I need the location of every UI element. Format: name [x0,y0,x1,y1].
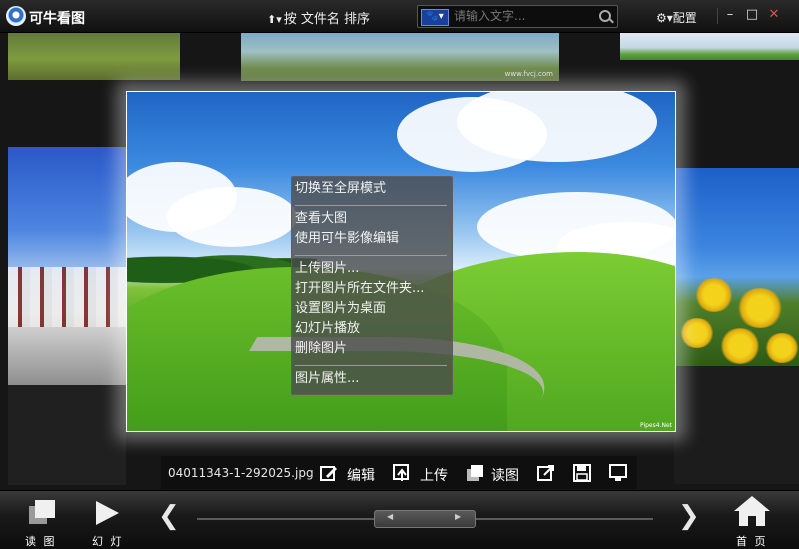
slideshow-button[interactable]: 幻 灯 [88,497,128,548]
search-input[interactable] [454,8,592,24]
home-label: 首 页 [736,535,768,548]
slideshow-label: 幻 灯 [92,535,124,548]
title-bar: 可牛看图 ⬆▾按 文件名 排序 🐾▾ ⚙▾配置 – □ ✕ [0,0,799,33]
read-mode-icon [29,500,55,524]
open-external-icon [537,465,554,481]
scroll-right-icon: ▶ [455,512,462,521]
read-mode-button[interactable]: 读 图 [22,497,62,548]
upload-icon [393,464,409,481]
menu-item-properties[interactable]: 图片属性... [295,370,359,388]
context-menu: 切换至全屏模式 查看大图 使用可牛影像编辑 上传图片... 打开图片所在文件夹.… [291,176,453,395]
menu-item-delete[interactable]: 删除图片 [295,340,347,358]
minimize-button[interactable]: – [722,7,738,23]
sort-arrow-icon: ⬆▾ [267,13,282,26]
save-button[interactable] [573,461,595,485]
thumbnail-photo-meadow[interactable] [620,32,799,60]
monitor-icon [609,464,627,481]
edit-pencil-icon [320,466,337,481]
app-title: 可牛看图 [29,11,85,27]
menu-item-view-large[interactable]: 查看大图 [295,210,347,228]
home-icon [734,496,770,526]
read-image-label: 读图 [491,468,519,484]
home-button[interactable]: 首 页 [731,495,775,548]
menu-item-set-wallpaper[interactable]: 设置图片为桌面 [295,300,386,318]
scroll-left-icon: ◀ [387,512,394,521]
menu-item-upload[interactable]: 上传图片... [295,260,359,278]
thumbnail-photo-flowers[interactable] [674,168,799,366]
thumbnail-photo-palace[interactable] [8,147,126,385]
maximize-button[interactable]: □ [744,7,760,23]
thumbnail-scrollbar-thumb[interactable]: ◀ ▶ [374,510,476,528]
read-image-icon [467,465,483,481]
read-mode-label: 读 图 [25,535,57,548]
close-button[interactable]: ✕ [766,7,782,23]
edit-button[interactable]: 编辑 [320,461,380,485]
upload-button[interactable]: 上传 [393,461,455,485]
search-icon[interactable] [599,10,611,22]
divider [717,8,718,24]
photo-watermark: Pipes4.Net [639,422,672,429]
menu-separator [295,255,447,256]
bottom-bar: 读 图 幻 灯 ❮ ◀ ▶ ❯ 首 页 [0,490,799,549]
menu-item-open-folder[interactable]: 打开图片所在文件夹... [295,280,424,298]
file-name: 04011343-1-292025.jpg [168,466,314,480]
sort-label: 按 文件名 排序 [283,12,371,27]
photo-action-bar: 04011343-1-292025.jpg 编辑 上传 读图 [161,456,637,489]
menu-separator [295,365,447,366]
menu-item-fullscreen[interactable]: 切换至全屏模式 [295,180,386,198]
search-engine-selector[interactable]: 🐾▾ [421,9,449,26]
app-window: www.fvcj.com Pipes4.Net 切换至全屏模式 查看大图 使用可… [0,0,799,549]
next-arrow-icon[interactable]: ❯ [678,501,700,531]
previous-arrow-icon[interactable]: ❮ [158,501,180,531]
edit-label: 编辑 [347,468,375,484]
menu-item-slideshow[interactable]: 幻灯片播放 [295,320,360,338]
thumbnail-watermark: www.fvcj.com [504,70,553,78]
search-box: 🐾▾ [417,5,618,28]
menu-separator [295,205,447,206]
thumbnail-photo-field[interactable] [8,32,180,80]
menu-item-edit-with-keniu[interactable]: 使用可牛影像编辑 [295,230,399,248]
thumbnail-photo-river[interactable]: www.fvcj.com [241,32,559,81]
save-disk-icon [573,464,591,482]
app-logo-icon [6,6,26,26]
sort-button[interactable]: ⬆▾ 按 文件名 排序 [267,8,370,27]
set-desktop-button[interactable] [609,461,631,485]
play-icon [96,501,119,525]
config-button[interactable]: ⚙▾配置 [656,9,697,26]
open-external-button[interactable] [537,461,559,485]
read-image-button[interactable]: 读图 [466,461,528,485]
upload-label: 上传 [420,468,448,484]
